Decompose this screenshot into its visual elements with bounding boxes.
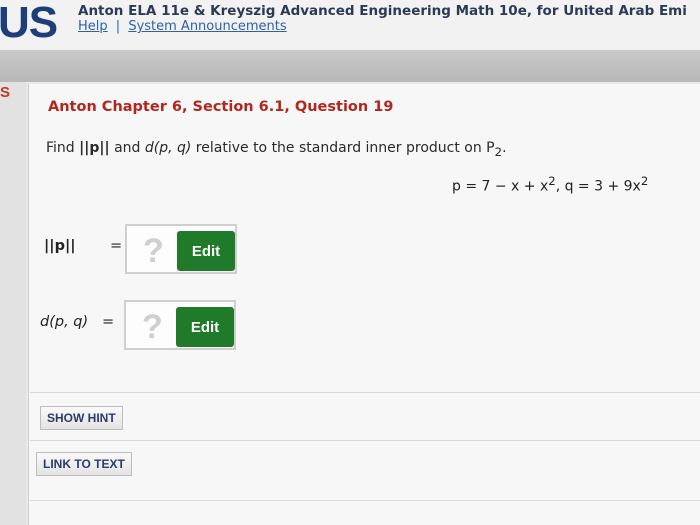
- polynomial-equation: p = 7 − x + x2, q = 3 + 9x2: [452, 174, 648, 195]
- edit-button[interactable]: Edit: [176, 307, 234, 347]
- side-nav-letter[interactable]: S: [0, 84, 10, 101]
- equals-sign: =: [102, 314, 115, 330]
- top-header: US Anton ELA 11e & Kreyszig Advanced Eng…: [0, 0, 700, 50]
- question-title: Anton Chapter 6, Section 6.1, Question 1…: [48, 99, 394, 115]
- distance-symbol: d(p, q): [144, 140, 192, 156]
- header-links: Help | System Announcements: [78, 19, 287, 34]
- link-to-text-button[interactable]: LINK TO TEXT: [36, 452, 132, 476]
- prompt-text: Find: [46, 140, 80, 156]
- exponent: 2: [548, 174, 556, 188]
- prompt-text: relative to the standard inner product o…: [191, 140, 495, 156]
- section-divider: [30, 440, 700, 441]
- question-mark-icon: ?: [143, 232, 164, 270]
- norm-answer-box[interactable]: ? Edit: [125, 224, 237, 274]
- q-definition: , q = 3 + 9x: [555, 178, 641, 195]
- norm-symbol: ||p||: [79, 140, 110, 156]
- subscript: 2: [494, 144, 503, 159]
- question-mark-icon: ?: [142, 308, 163, 346]
- exponent: 2: [640, 174, 649, 188]
- section-divider: [30, 500, 700, 501]
- side-navigation-strip: [0, 82, 26, 525]
- equals-sign: =: [110, 238, 123, 254]
- site-logo: US: [0, 0, 58, 47]
- system-announcements-link[interactable]: System Announcements: [128, 19, 286, 34]
- distance-answer-box[interactable]: ? Edit: [124, 300, 236, 350]
- distance-label: d(p, q): [40, 314, 89, 330]
- help-link[interactable]: Help: [78, 19, 108, 34]
- link-separator: |: [115, 19, 121, 34]
- norm-label: ||p||: [44, 238, 76, 254]
- toolbar-band: [0, 50, 700, 82]
- show-hint-button[interactable]: SHOW HINT: [40, 406, 123, 430]
- p-definition: p = 7 − x + x: [452, 178, 549, 195]
- course-title: Anton ELA 11e & Kreyszig Advanced Engine…: [78, 3, 687, 19]
- section-divider: [30, 392, 700, 393]
- question-prompt: Find ||p|| and d(p, q) relative to the s…: [46, 140, 507, 159]
- prompt-text: .: [502, 140, 507, 156]
- edit-button[interactable]: Edit: [177, 231, 235, 271]
- prompt-text: and: [109, 140, 145, 156]
